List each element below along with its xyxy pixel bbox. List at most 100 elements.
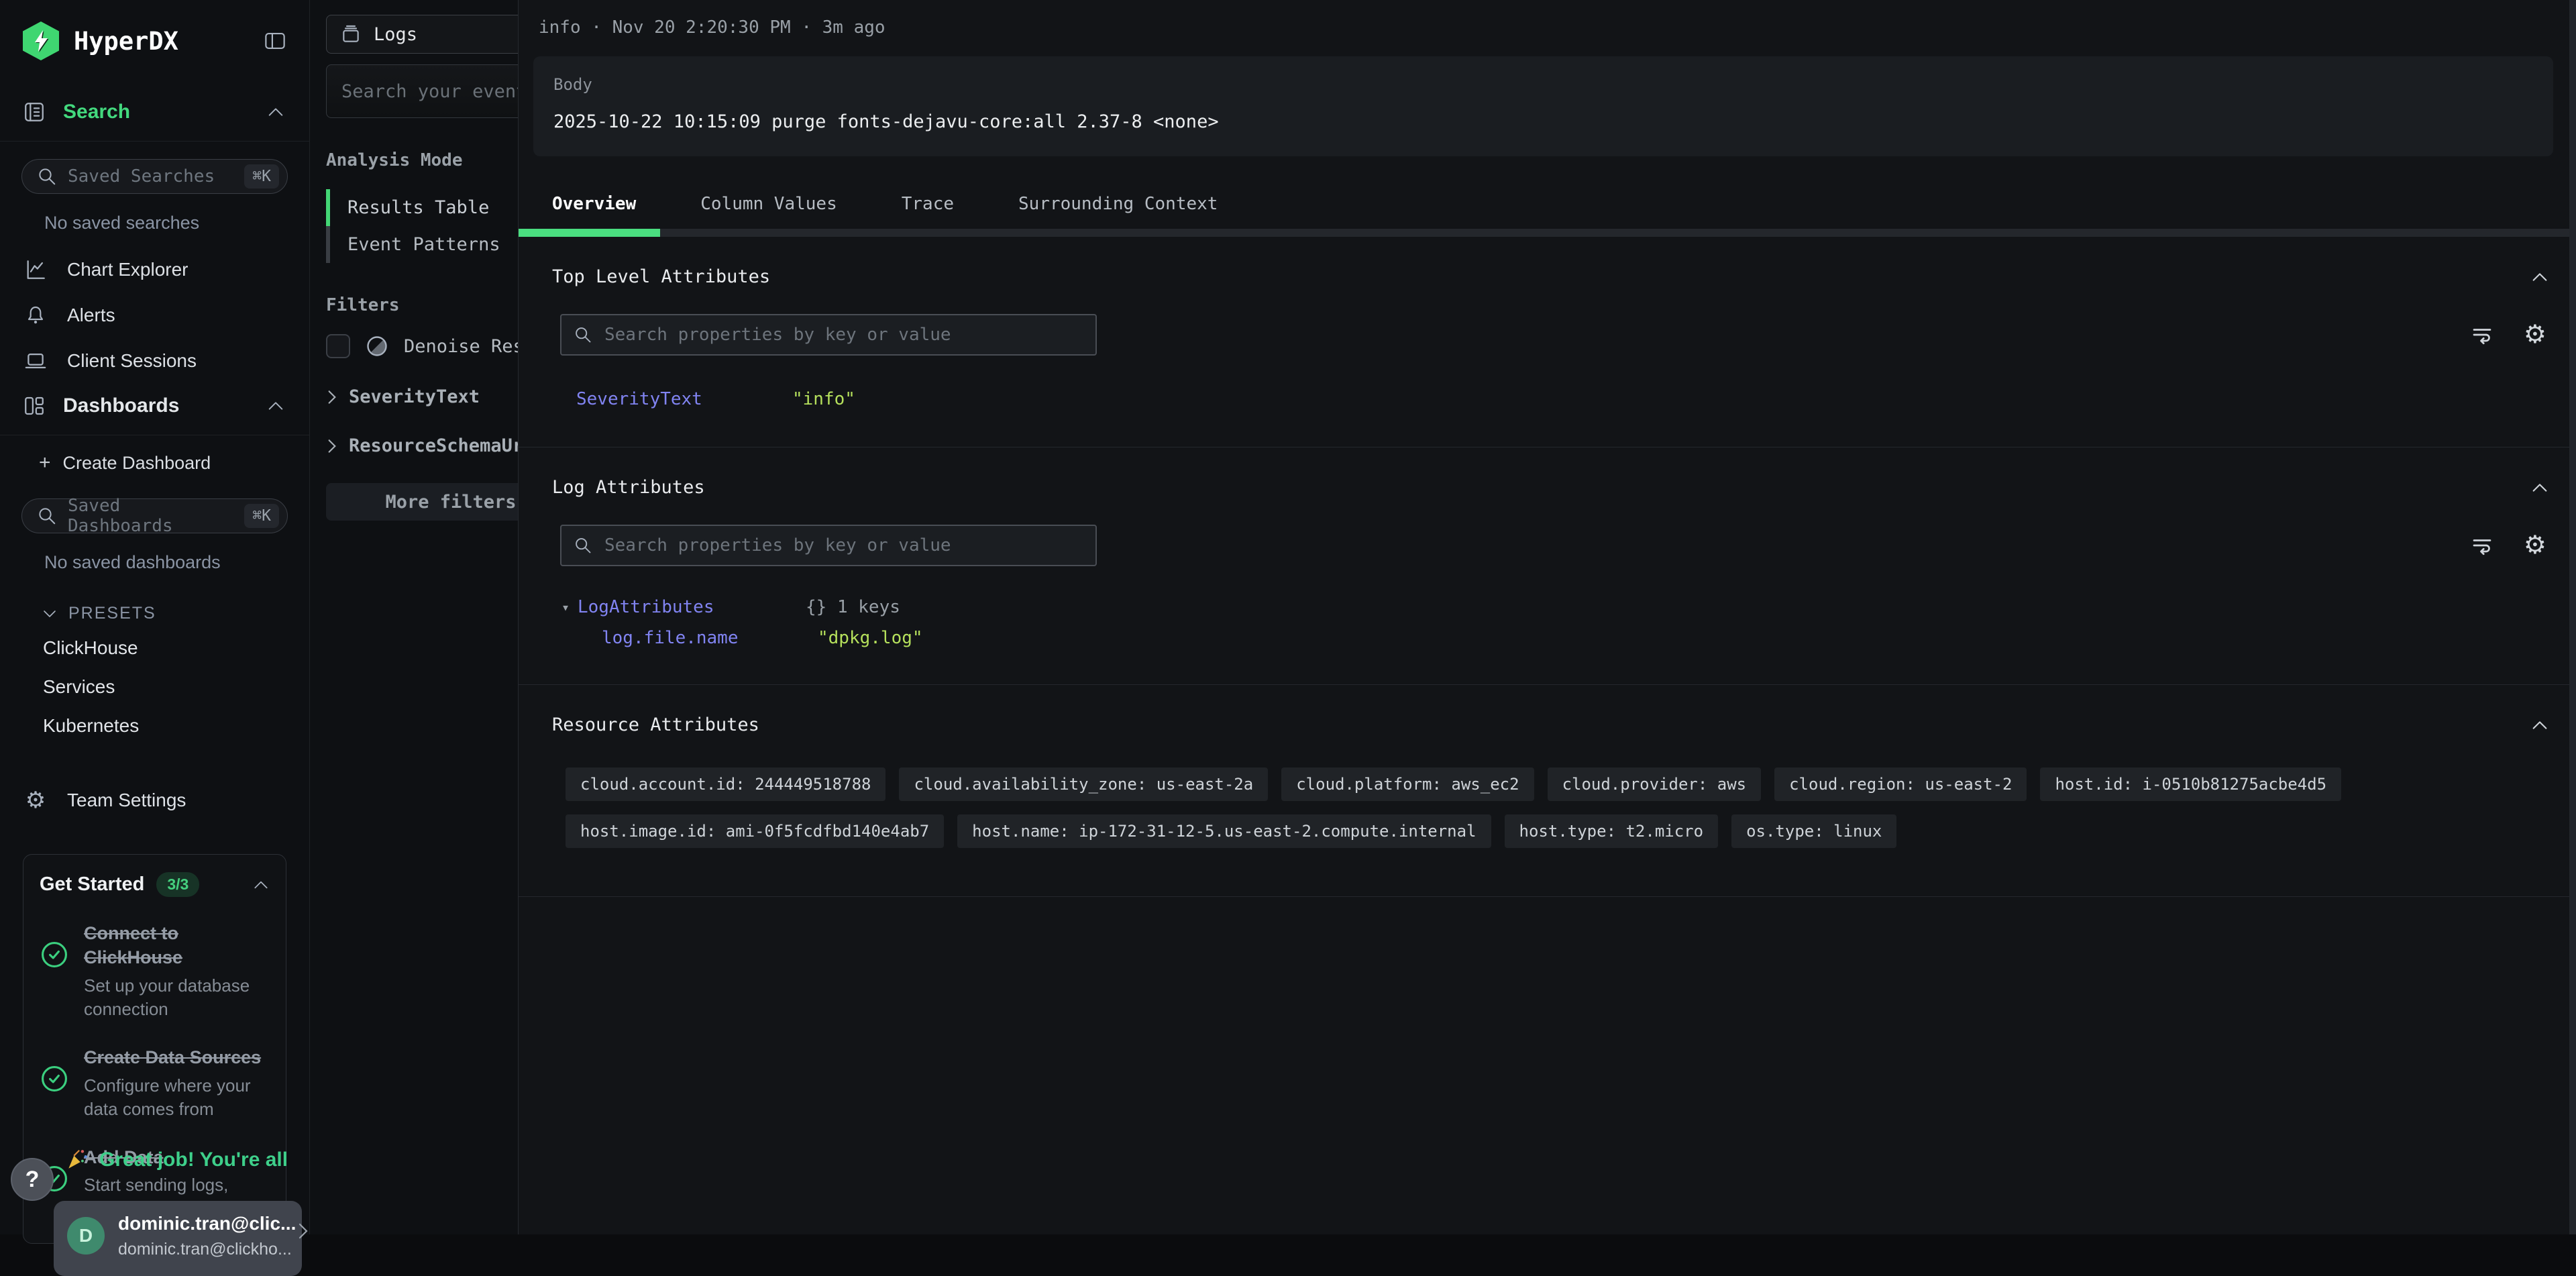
resource-chip[interactable]: cloud.platform: aws_ec2 — [1281, 767, 1534, 801]
chevron-up-icon[interactable] — [266, 106, 285, 118]
mode-event-patterns[interactable]: Event Patterns — [326, 226, 518, 263]
presets-label: PRESETS — [68, 604, 156, 623]
no-saved-dashboards-note: No saved dashboards — [44, 552, 288, 573]
analysis-mode-label: Analysis Mode — [326, 150, 518, 170]
step-description: Configure where your data comes from — [84, 1074, 270, 1121]
gear-icon[interactable]: ⚙ — [2524, 322, 2546, 348]
help-button[interactable]: ? — [11, 1158, 54, 1201]
chevron-up-icon[interactable] — [252, 880, 270, 890]
attribute-value[interactable]: "info" — [792, 389, 855, 409]
source-selector-button[interactable]: Logs — [326, 15, 518, 54]
resource-chip[interactable]: cloud.account.id: 244449518788 — [566, 767, 885, 801]
section-title: Top Level Attributes — [552, 266, 770, 287]
tab-trace[interactable]: Trace — [902, 194, 954, 214]
event-meta: info · Nov 20 2:20:30 PM · 3m ago — [539, 17, 2576, 38]
gear-icon: ⚙ — [23, 789, 48, 812]
gear-icon[interactable]: ⚙ — [2524, 533, 2546, 558]
resource-chip[interactable]: os.type: linux — [1731, 814, 1896, 848]
resource-chip[interactable]: host.type: t2.micro — [1505, 814, 1719, 848]
mode-results-table[interactable]: Results Table — [326, 189, 518, 226]
event-search-input[interactable]: Search your events — [326, 64, 518, 118]
get-started-step-connect[interactable]: Connect to ClickHouse Set up your databa… — [40, 921, 270, 1021]
sidebar-item-team-settings[interactable]: ⚙ Team Settings — [0, 778, 309, 823]
scrollbar[interactable] — [2569, 0, 2576, 1234]
create-dashboard-button[interactable]: + Create Dashboard — [0, 435, 309, 481]
tree-root-key[interactable]: LogAttributes — [578, 597, 806, 617]
preset-item-clickhouse[interactable]: ClickHouse — [0, 629, 309, 668]
caret-down-icon[interactable]: ▾ — [561, 599, 578, 615]
active-tab-indicator — [519, 229, 660, 237]
denoise-icon — [365, 334, 389, 358]
chevron-up-icon[interactable] — [2530, 719, 2549, 731]
attribute-key[interactable]: SeverityText — [576, 389, 792, 409]
sidebar-collapse-icon[interactable] — [264, 31, 286, 51]
get-started-card: Get Started 3/3 Connect to ClickHouse Se… — [23, 854, 286, 1244]
get-started-step-sources[interactable]: Create Data Sources Configure where your… — [40, 1045, 270, 1121]
user-account-button[interactable]: D dominic.tran@clic... dominic.tran@clic… — [54, 1201, 302, 1276]
tab-surrounding-context[interactable]: Surrounding Context — [1018, 194, 1218, 214]
denoise-results-row: Denoise Results — [326, 334, 518, 358]
sidebar-item-label: Team Settings — [67, 790, 186, 811]
search-icon — [574, 325, 592, 344]
chevron-right-icon — [326, 437, 338, 455]
preset-item-services[interactable]: Services — [0, 668, 309, 706]
source-label: Logs — [374, 24, 417, 45]
presets-toggle[interactable]: PRESETS — [0, 586, 309, 629]
sidebar: HyperDX Search Saved Searches ⌘K No save… — [0, 0, 310, 1234]
resource-chip[interactable]: cloud.provider: aws — [1548, 767, 1762, 801]
tab-underline-track — [519, 229, 2576, 237]
resource-chip[interactable]: cloud.region: us-east-2 — [1774, 767, 2027, 801]
sidebar-section-dashboards[interactable]: Dashboards — [0, 384, 309, 435]
laptop-icon — [23, 350, 48, 372]
step-title: Create Data Sources — [84, 1045, 270, 1069]
body-label: Body — [553, 75, 2533, 94]
attribute-key[interactable]: log.file.name — [602, 628, 818, 648]
search-icon — [37, 166, 57, 187]
sidebar-item-label: Chart Explorer — [67, 259, 189, 280]
resource-chip[interactable]: cloud.availability_zone: us-east-2a — [899, 767, 1268, 801]
tab-overview[interactable]: Overview — [552, 194, 636, 214]
attribute-row: log.file.name "dpkg.log" — [561, 628, 2576, 648]
congrats-text: Great job! You're all — [99, 1149, 288, 1171]
property-search-placeholder: Search properties by key or value — [604, 535, 951, 555]
resource-chip[interactable]: host.image.id: ami-0f5fcdfbd140e4ab7 — [566, 814, 944, 848]
event-search-placeholder: Search your events — [341, 81, 518, 102]
avatar: D — [67, 1217, 105, 1255]
denoise-label: Denoise Results — [404, 336, 518, 357]
sidebar-header: HyperDX — [0, 0, 309, 82]
resource-chip[interactable]: host.id: i-0510b81275acbe4d5 — [2040, 767, 2341, 801]
preset-item-kubernetes[interactable]: Kubernetes — [0, 706, 309, 745]
property-search-input[interactable]: Search properties by key or value — [560, 525, 1097, 566]
section-resource-attributes: Resource Attributes cloud.account.id: 24… — [519, 684, 2576, 896]
section-divider — [519, 896, 2576, 898]
resource-chip[interactable]: host.name: ip-172-31-12-5.us-east-2.comp… — [957, 814, 1491, 848]
sidebar-item-client-sessions[interactable]: Client Sessions — [0, 338, 309, 384]
plus-icon: + — [39, 451, 51, 474]
sidebar-item-label: Alerts — [67, 305, 115, 326]
filter-group-severitytext[interactable]: SeverityText — [326, 386, 518, 407]
property-search-input[interactable]: Search properties by key or value — [560, 314, 1097, 356]
attribute-value[interactable]: "dpkg.log" — [818, 628, 923, 648]
sidebar-item-chart-explorer[interactable]: Chart Explorer — [0, 247, 309, 293]
sidebar-section-search[interactable]: Search — [0, 82, 309, 142]
get-started-header[interactable]: Get Started 3/3 — [40, 872, 270, 897]
wrap-lines-icon[interactable] — [2470, 533, 2494, 557]
dashboards-icon — [23, 394, 46, 417]
chart-explorer-icon — [23, 258, 48, 281]
chevron-up-icon[interactable] — [2530, 482, 2549, 494]
wrap-lines-icon[interactable] — [2470, 323, 2494, 347]
step-description: Set up your database connection — [84, 974, 270, 1021]
chevron-up-icon[interactable] — [2530, 271, 2549, 283]
attribute-row: SeverityText "info" — [576, 386, 2576, 412]
sidebar-item-alerts[interactable]: Alerts — [0, 293, 309, 338]
detail-tabs: Overview Column Values Trace Surrounding… — [519, 194, 2576, 214]
filter-group-resourceschemaurl[interactable]: ResourceSchemaUrl — [326, 435, 518, 456]
tree-root-meta: {} 1 keys — [806, 597, 900, 617]
saved-searches-input[interactable]: Saved Searches ⌘K — [21, 159, 288, 194]
more-filters-button[interactable]: More filters — [326, 483, 518, 521]
saved-searches-block: Saved Searches ⌘K No saved searches — [0, 142, 309, 247]
tab-column-values[interactable]: Column Values — [700, 194, 837, 214]
chevron-up-icon[interactable] — [266, 400, 285, 412]
denoise-checkbox[interactable] — [326, 334, 350, 358]
saved-dashboards-input[interactable]: Saved Dashboards ⌘K — [21, 498, 288, 533]
